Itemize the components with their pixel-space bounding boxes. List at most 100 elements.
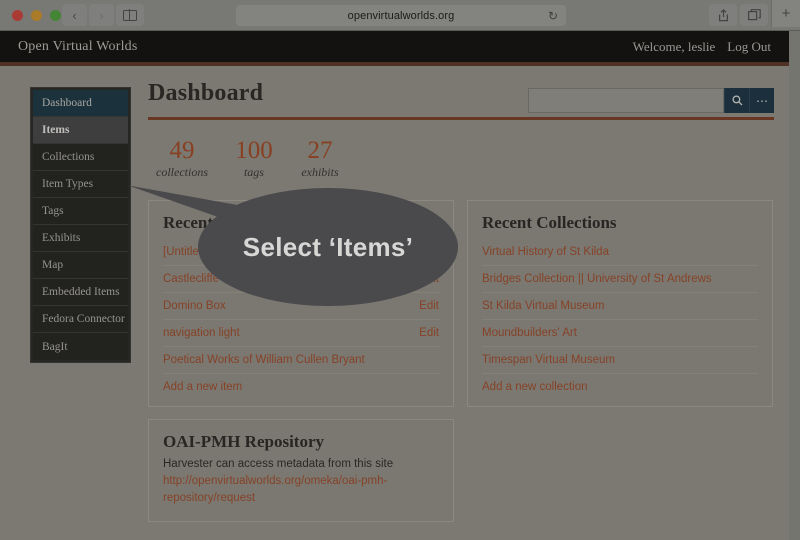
sidebar-item-fedora-connector[interactable]: Fedora Connector (33, 306, 128, 333)
sidebar-item-label: Embedded Items (42, 286, 120, 298)
oai-pmh-link[interactable]: http://openvirtualworlds.org/omeka/oai-p… (163, 473, 439, 506)
browser-chrome: ‹ › openvirtualworlds.org ↻ + (0, 0, 800, 31)
list-item: Virtual History of St Kilda (482, 239, 758, 267)
tabs-icon (747, 9, 761, 21)
recent-collections-list: Virtual History of St Kilda Bridges Colle… (482, 239, 758, 400)
logout-link[interactable]: Log Out (727, 39, 771, 55)
list-item-link[interactable]: Castlecliffe (163, 273, 219, 285)
list-item: Add a new item (163, 374, 439, 400)
main-column: ⋯ Dashboard 49 collections 100 tags 27 exhibi… (148, 80, 774, 522)
forward-icon: › (99, 7, 104, 23)
share-button[interactable] (709, 4, 737, 26)
sidebar-item-item-types[interactable]: Item Types (33, 171, 128, 198)
stat-label: exhibits (301, 165, 339, 180)
address-bar[interactable]: openvirtualworlds.org ↻ (236, 5, 566, 26)
back-button[interactable]: ‹ (62, 4, 87, 26)
header-user-area: Welcome, leslie Log Out (633, 39, 771, 55)
site-title: Open Virtual Worlds (18, 38, 138, 54)
stat-exhibits: 27 exhibits (300, 137, 340, 180)
reload-icon[interactable]: ↻ (548, 10, 558, 22)
page-viewport: Open Virtual Worlds Welcome, leslie Log … (0, 31, 789, 540)
callout-bubble: Select ‘Items’ (198, 188, 458, 306)
list-item-link[interactable]: Moundbuilders' Art (482, 327, 577, 339)
new-tab-button[interactable]: + (771, 0, 800, 27)
close-window-button[interactable] (12, 10, 23, 21)
list-item: Moundbuilders' Art (482, 320, 758, 348)
list-item-link[interactable]: Domino Box (163, 300, 226, 312)
search-input[interactable] (528, 88, 724, 113)
stat-tags: 100 tags (234, 137, 274, 180)
stat-label: collections (156, 165, 208, 180)
oai-pmh-panel: OAI-PMH Repository Harvester can access … (148, 419, 454, 522)
sidebar-item-label: Map (42, 259, 64, 271)
oai-pmh-description: Harvester can access metadata from this … (163, 458, 394, 471)
stat-label: tags (243, 165, 264, 180)
stats-row: 49 collections 100 tags 27 exhibits (148, 136, 774, 200)
sidebar-item-label: Dashboard (42, 97, 92, 109)
search-area: ⋯ (528, 88, 774, 113)
sidebar-item-exhibits[interactable]: Exhibits (33, 225, 128, 252)
sidebar-icon (123, 9, 137, 21)
ellipsis-icon: ⋯ (756, 93, 768, 108)
stat-number: 49 (169, 137, 195, 164)
recent-collections-title: Recent Collections (482, 213, 617, 233)
list-item-link[interactable]: Poetical Works of William Cullen Bryant (163, 354, 365, 366)
stat-number: 100 (235, 137, 273, 164)
list-item: St Kilda Virtual Museum (482, 293, 758, 321)
list-item-link[interactable]: St Kilda Virtual Museum (482, 300, 605, 312)
sidebar-item-label: Collections (42, 151, 95, 163)
recent-collections-panel: Recent Collections Virtual History of St… (467, 200, 773, 408)
list-item-link[interactable]: Add a new collection (482, 381, 587, 393)
sidebar-item-label: BagIt (42, 340, 68, 353)
sidebar-item-label: Items (42, 124, 70, 136)
back-icon: ‹ (72, 7, 77, 23)
admin-sidebar-nav: Dashboard Items Collections Item Types Tags E… (30, 87, 131, 363)
list-item-link[interactable]: Bridges Collection || University of St A… (482, 273, 712, 285)
stat-number: 27 (307, 137, 333, 164)
list-item: Timespan Virtual Museum (482, 347, 758, 375)
browser-sidebar-toggle-button[interactable] (116, 4, 144, 26)
list-item-link[interactable]: Add a new item (163, 381, 242, 393)
list-item: navigation light Edit (163, 320, 439, 348)
url-text: openvirtualworlds.org (347, 9, 455, 22)
callout-text: Select ‘Items’ (242, 231, 414, 262)
navigation-buttons: ‹ › (62, 4, 114, 26)
search-submit-button[interactable] (724, 88, 749, 113)
search-options-button[interactable]: ⋯ (749, 88, 774, 113)
sidebar-item-dashboard[interactable]: Dashboard (33, 90, 128, 117)
show-tabs-button[interactable] (740, 4, 768, 26)
sidebar-item-label: Exhibits (42, 232, 81, 244)
sidebar-item-bagit[interactable]: BagIt (33, 333, 128, 360)
list-item-link[interactable]: navigation light (163, 327, 240, 339)
maximize-window-button[interactable] (50, 10, 61, 21)
window-controls (12, 10, 61, 21)
edit-link[interactable]: Edit (419, 327, 439, 339)
list-item: Poetical Works of William Cullen Bryant (163, 347, 439, 375)
list-item-link[interactable]: Virtual History of St Kilda (482, 246, 609, 258)
share-icon (718, 8, 728, 21)
minimize-window-button[interactable] (31, 10, 42, 21)
sidebar-item-label: Tags (42, 205, 64, 217)
sidebar-item-embedded-items[interactable]: Embedded Items (33, 279, 128, 306)
search-icon (731, 95, 742, 106)
sidebar-item-items[interactable]: Items (33, 117, 128, 144)
browser-toolbar-right: + (709, 0, 800, 27)
forward-button[interactable]: › (89, 4, 114, 26)
screenshot-root: ‹ › openvirtualworlds.org ↻ + Open Virtu… (0, 0, 800, 540)
edit-link[interactable]: Edit (419, 300, 439, 312)
sidebar-item-label: Item Types (42, 178, 94, 190)
site-header: Open Virtual Worlds Welcome, leslie Log … (0, 31, 789, 62)
list-item-link[interactable]: Timespan Virtual Museum (482, 354, 615, 366)
content-area: Dashboard Items Collections Item Types Tags E… (0, 66, 789, 540)
title-divider (148, 117, 774, 120)
list-item: Bridges Collection || University of St A… (482, 266, 758, 294)
sidebar-item-map[interactable]: Map (33, 252, 128, 279)
welcome-text: Welcome, leslie (632, 38, 716, 54)
sidebar-item-tags[interactable]: Tags (33, 198, 128, 225)
sidebar-item-label: Fedora Connector (42, 313, 125, 325)
sidebar-item-collections[interactable]: Collections (33, 144, 128, 171)
stat-collections: 49 collections (156, 137, 208, 180)
page-scrollbar[interactable] (789, 31, 800, 540)
plus-icon: + (781, 5, 791, 22)
oai-pmh-title: OAI-PMH Repository (163, 432, 325, 452)
